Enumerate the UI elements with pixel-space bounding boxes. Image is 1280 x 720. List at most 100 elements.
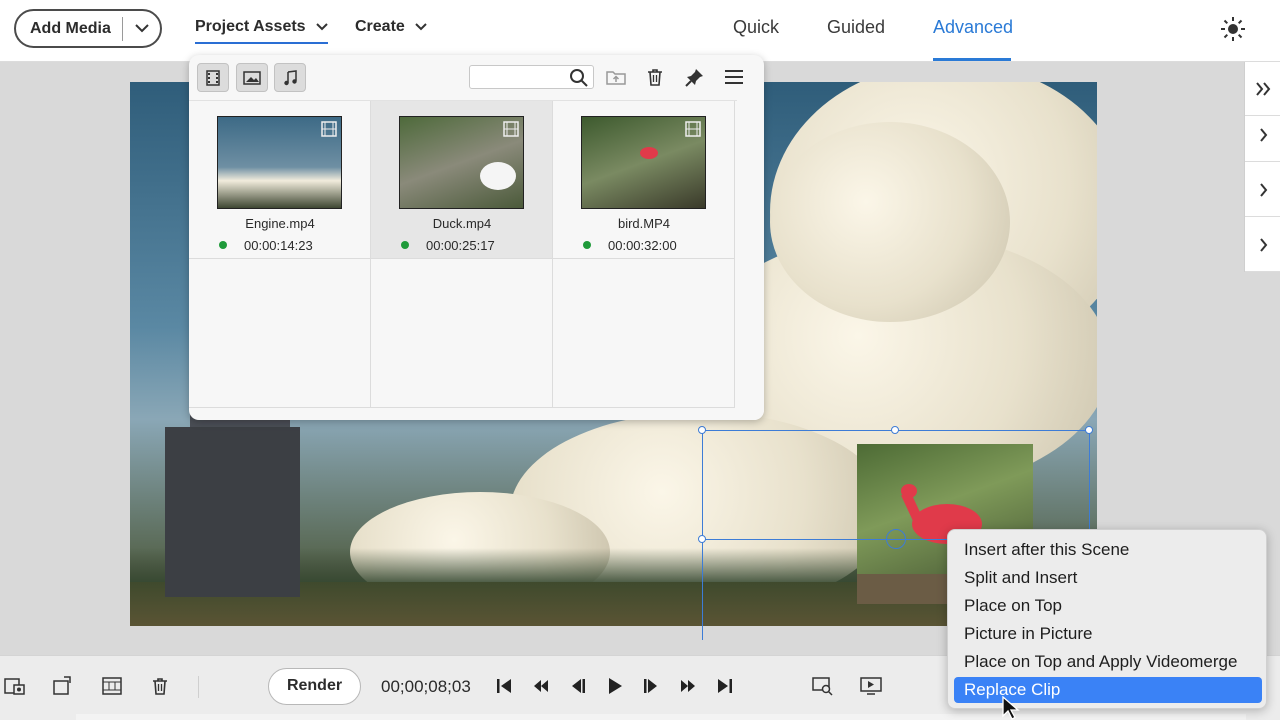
- panel-toggle-1[interactable]: [1245, 108, 1280, 162]
- status-dot: [219, 241, 227, 249]
- add-to-timeline-button[interactable]: [3, 674, 27, 698]
- trash-icon: [648, 69, 662, 86]
- asset-tile-duck[interactable]: Duck.mp4 00:00:25:17: [371, 101, 553, 259]
- asset-name: Duck.mp4: [432, 216, 492, 231]
- music-note-icon: [284, 69, 297, 85]
- film-icon: [321, 121, 337, 137]
- asset-thumbnail: [581, 116, 706, 209]
- menu-item-picture-in-picture[interactable]: Picture in Picture: [954, 621, 1262, 647]
- asset-tile-bird[interactable]: bird.MP4 00:00:32:00: [553, 101, 735, 259]
- asset-tile-engine[interactable]: Engine.mp4 00:00:14:23: [189, 101, 371, 259]
- next-edit-button[interactable]: [676, 674, 700, 698]
- chevron-right-icon: [1259, 127, 1267, 142]
- project-assets-menu[interactable]: Project Assets: [195, 18, 328, 44]
- chevron-down-icon: [415, 23, 427, 31]
- create-label: Create: [355, 18, 405, 35]
- menu-item-place-on-top-videomerge[interactable]: Place on Top and Apply Videomerge: [954, 649, 1262, 675]
- video-filter-button[interactable]: [197, 63, 229, 92]
- assets-search-input[interactable]: [474, 66, 569, 86]
- folder-up-icon: [606, 71, 626, 85]
- delete-asset-button[interactable]: [643, 65, 667, 89]
- position-target-icon[interactable]: [886, 529, 906, 549]
- asset-name: Engine.mp4: [245, 216, 315, 231]
- asset-duration: 00:00:25:17: [426, 238, 495, 253]
- monitor-play-icon: [860, 677, 882, 695]
- assets-grid: Engine.mp4 00:00:14:23 Duck.mp4 00:00:25…: [189, 100, 737, 408]
- scene-grid-button[interactable]: [100, 674, 124, 698]
- chevron-right-icon: [1259, 237, 1267, 252]
- resize-handle[interactable]: [1085, 426, 1093, 434]
- assets-scrollbar[interactable]: [737, 100, 764, 420]
- status-dot: [583, 241, 591, 249]
- asset-name: bird.MP4: [617, 216, 671, 231]
- toolbar-divider: [198, 676, 199, 698]
- theme-sun-icon[interactable]: [1220, 16, 1246, 42]
- chevron-down-icon[interactable]: [123, 24, 160, 33]
- fullscreen-preview-button[interactable]: [859, 674, 883, 698]
- step-forward-button[interactable]: [639, 674, 663, 698]
- panel-toggle-3[interactable]: [1245, 218, 1280, 272]
- audio-filter-button[interactable]: [274, 63, 306, 92]
- film-icon: [685, 121, 701, 137]
- film-icon: [206, 69, 220, 86]
- add-media-label: Add Media: [30, 19, 111, 37]
- menu-item-place-on-top[interactable]: Place on Top: [954, 593, 1262, 619]
- resize-handle[interactable]: [698, 535, 706, 543]
- rewind-icon: [534, 680, 548, 692]
- image-filter-button[interactable]: [236, 63, 268, 92]
- mouse-cursor-icon: [1002, 696, 1020, 720]
- go-to-start-button[interactable]: [492, 674, 516, 698]
- current-timecode: 00;00;08;03: [381, 677, 471, 696]
- menu-item-split-and-insert[interactable]: Split and Insert: [954, 565, 1262, 591]
- asset-duration: 00:00:32:00: [608, 238, 677, 253]
- right-panel-strip: [1244, 62, 1280, 272]
- asset-duration: 00:00:14:23: [244, 238, 313, 253]
- resize-handle[interactable]: [698, 426, 706, 434]
- hamburger-menu-icon: [725, 70, 743, 84]
- previous-edit-button[interactable]: [529, 674, 553, 698]
- asset-thumbnail: [399, 116, 524, 209]
- create-menu[interactable]: Create: [355, 18, 427, 36]
- project-assets-label: Project Assets: [195, 18, 306, 35]
- film-grid-icon: [102, 677, 122, 695]
- tab-quick[interactable]: Quick: [733, 17, 779, 38]
- render-button[interactable]: Render: [268, 668, 361, 705]
- tab-guided[interactable]: Guided: [827, 17, 885, 38]
- play-button[interactable]: [603, 674, 627, 698]
- pin-panel-button[interactable]: [683, 65, 707, 89]
- menu-item-insert-after-scene[interactable]: Insert after this Scene: [954, 537, 1262, 563]
- pin-icon: [685, 69, 703, 87]
- go-to-end-button[interactable]: [713, 674, 737, 698]
- timeline-strip: [76, 714, 1246, 720]
- chevron-down-icon: [315, 23, 328, 31]
- double-chevron-right-icon: [1256, 81, 1271, 96]
- panel-toggle-2[interactable]: [1245, 163, 1280, 217]
- zoom-preview-button[interactable]: [811, 674, 835, 698]
- asset-thumbnail: [217, 116, 342, 209]
- search-icon: [570, 69, 588, 87]
- top-bar: Add Media Project Assets Create Quick Gu…: [0, 0, 1280, 62]
- image-icon: [243, 70, 261, 85]
- cloud-shape: [770, 122, 1010, 322]
- delete-clip-button[interactable]: [148, 674, 172, 698]
- resize-handle[interactable]: [891, 426, 899, 434]
- status-dot: [401, 241, 409, 249]
- project-assets-panel: Engine.mp4 00:00:14:23 Duck.mp4 00:00:25…: [189, 55, 764, 420]
- empty-asset-slot: [371, 259, 553, 408]
- bird-shape: [640, 147, 658, 159]
- film-icon: [503, 121, 519, 137]
- add-media-button[interactable]: Add Media: [14, 9, 162, 48]
- drop-selection-box[interactable]: [702, 430, 1090, 540]
- tab-advanced[interactable]: Advanced: [933, 17, 1013, 38]
- test-stand-tower: [165, 427, 300, 597]
- play-icon: [609, 678, 622, 694]
- rotate-clip-button[interactable]: [51, 674, 75, 698]
- panel-menu-button[interactable]: [722, 65, 746, 89]
- step-back-button[interactable]: [566, 674, 590, 698]
- assets-search-field[interactable]: [469, 65, 594, 89]
- active-tab-indicator: [933, 58, 1011, 61]
- duck-shape: [480, 162, 516, 190]
- monitor-zoom-icon: [812, 677, 833, 696]
- skip-to-start-icon: [497, 679, 511, 693]
- new-folder-button[interactable]: [604, 65, 628, 89]
